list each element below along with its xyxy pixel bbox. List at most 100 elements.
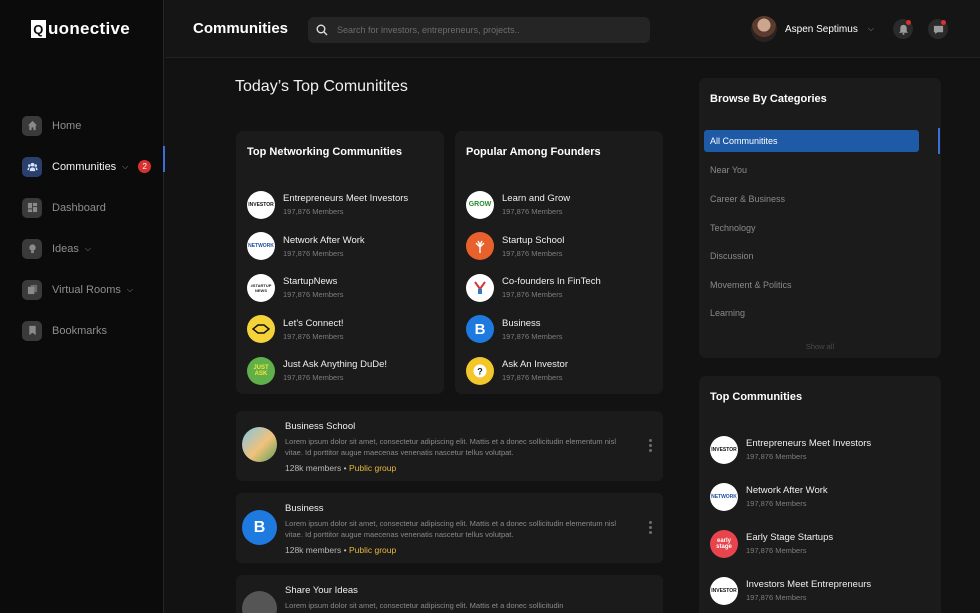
meta-separator: •: [343, 463, 347, 473]
community-members: 197,876 Members: [502, 373, 563, 383]
group-card[interactable]: Business School Lorem ipsum dolor sit am…: [236, 411, 663, 481]
sidebar-item-label: Dashboard: [52, 201, 106, 214]
search-icon: [316, 24, 328, 36]
group-title: Business School: [285, 421, 356, 432]
sidebar-item-home[interactable]: Home: [0, 105, 164, 146]
list-item[interactable]: Let’s Connect! 197,876 Members: [247, 309, 408, 351]
category-career-business[interactable]: Career & Business: [704, 188, 919, 210]
user-menu[interactable]: Aspen Septimus ⌵: [751, 16, 874, 42]
chevron-down-icon[interactable]: ⌵: [85, 244, 91, 254]
bookmark-icon: [22, 320, 42, 341]
sidebar-item-label: Virtual Rooms: [52, 283, 121, 296]
community-members: 197,876 Members: [502, 290, 563, 300]
category-movement-politics[interactable]: Movement & Politics: [704, 274, 919, 296]
list-item[interactable]: #STARTUP NEWS StartupNews 197,876 Members: [247, 267, 408, 309]
messages-button[interactable]: [928, 19, 948, 39]
sidebar-item-dashboard[interactable]: Dashboard: [0, 187, 164, 228]
community-members: 197,876 Members: [283, 290, 344, 300]
group-members: 128k members: [285, 463, 342, 473]
app-logo[interactable]: Q uonective: [31, 19, 130, 39]
community-list: GROW Learn and Grow 197,876 Members Start…: [466, 184, 601, 392]
avatar[interactable]: [751, 16, 777, 42]
group-description: Lorem ipsum dolor sit amet, consectetur …: [285, 437, 616, 457]
list-item[interactable]: Startup School 197,876 Members: [466, 226, 601, 268]
dashboard-icon: [22, 197, 42, 218]
list-item[interactable]: NETWORK Network After Work 197,876 Member…: [247, 226, 408, 268]
category-all[interactable]: All Communitites: [704, 130, 919, 152]
community-members: 197,876 Members: [283, 248, 344, 258]
community-members: 197,876 Members: [502, 331, 563, 341]
list-item[interactable]: ? Ask An Investor 197,876 Members: [466, 350, 601, 392]
sidebar-item-label: Communities: [52, 160, 117, 173]
group-card[interactable]: B Business Lorem ipsum dolor sit amet, c…: [236, 493, 663, 563]
group-type: Public group: [348, 545, 397, 555]
startup-news-logo: #STARTUP NEWS: [247, 273, 275, 302]
svg-text:?: ?: [477, 366, 483, 376]
chevron-down-icon[interactable]: ⌵: [122, 162, 128, 172]
category-learning[interactable]: Learning: [704, 302, 919, 324]
sidebar-item-bookmarks[interactable]: Bookmarks: [0, 310, 164, 351]
top-communities-card: Top Communities INVESTOR Entrepreneurs M…: [699, 376, 941, 613]
question-logo: ?: [466, 356, 494, 385]
card-title: Browse By Categories: [710, 93, 827, 105]
sidebar-item-ideas[interactable]: Ideas ⌵: [0, 228, 164, 269]
search-bar[interactable]: [308, 17, 650, 43]
main-title: Today’s Top Comunitites: [235, 78, 408, 95]
list-item[interactable]: early stage Early Stage Startups 197,876 …: [710, 520, 871, 567]
group-type: Public group: [348, 463, 397, 473]
chevron-down-icon[interactable]: ⌵: [127, 285, 133, 295]
category-technology[interactable]: Technology: [704, 217, 919, 239]
community-name: Startup School: [502, 234, 565, 246]
search-input[interactable]: [337, 25, 637, 35]
list-item[interactable]: INVESTOR Investors Meet Entrepreneurs 197…: [710, 567, 871, 613]
community-members: 197,876 Members: [746, 546, 807, 555]
logo-text: uonective: [48, 19, 131, 38]
list-item[interactable]: INVESTOR Entrepreneurs Meet Investors 197…: [247, 184, 408, 226]
sidebar-item-virtual-rooms[interactable]: Virtual Rooms ⌵: [0, 269, 164, 310]
fintech-logo: [466, 273, 494, 302]
card-title: Popular Among Founders: [466, 146, 601, 158]
tree-logo: [466, 232, 494, 261]
list-item[interactable]: GROW Learn and Grow 197,876 Members: [466, 184, 601, 226]
community-name: Investors Meet Entrepreneurs: [746, 579, 872, 590]
show-all-link[interactable]: Show all: [699, 342, 941, 351]
notifications-button[interactable]: [893, 19, 913, 39]
message-dot: [941, 20, 946, 25]
community-members: 197,876 Members: [746, 452, 807, 461]
business-logo: B: [466, 315, 494, 344]
sidebar-nav: Home Communities ⌵ 2 Dashboard Ideas ⌵ V…: [0, 105, 165, 351]
sidebar-item-communities[interactable]: Communities ⌵ 2: [0, 146, 165, 187]
list-item[interactable]: JUST ASK Just Ask Anything DuDe! 197,876 …: [247, 350, 408, 392]
room-icon: [22, 279, 42, 300]
investor-logo: INVESTOR: [710, 435, 738, 464]
notification-dot: [906, 20, 911, 25]
meta-separator: •: [343, 545, 347, 555]
more-options-icon[interactable]: [649, 439, 653, 452]
bell-icon: [898, 24, 908, 35]
community-members: 197,876 Members: [283, 373, 344, 383]
list-item[interactable]: B Business 197,876 Members: [466, 309, 601, 351]
network-logo: NETWORK: [247, 232, 275, 261]
ideas-logo: [242, 591, 277, 613]
bulb-icon: [22, 238, 42, 259]
list-item[interactable]: Co-founders In FinTech 197,876 Members: [466, 267, 601, 309]
community-name: Network After Work: [283, 234, 365, 246]
more-options-icon[interactable]: [649, 521, 653, 534]
group-meta: 128k members • Public group: [285, 463, 396, 473]
community-members: 197,876 Members: [502, 207, 563, 217]
list-item[interactable]: INVESTOR Entrepreneurs Meet Investors 197…: [710, 426, 871, 473]
category-discussion[interactable]: Discussion: [704, 245, 919, 267]
scrollbar-thumb[interactable]: [938, 128, 940, 154]
group-description: Lorem ipsum dolor sit amet, consectetur …: [285, 601, 564, 610]
list-item[interactable]: NETWORK Network After Work 197,876 Member…: [710, 473, 871, 520]
connect-logo: [247, 315, 275, 344]
community-members: 197,876 Members: [746, 593, 807, 602]
community-name: Co-founders In FinTech: [502, 276, 601, 288]
chevron-down-icon[interactable]: ⌵: [868, 24, 874, 34]
group-card[interactable]: Share Your Ideas Lorem ipsum dolor sit a…: [236, 575, 663, 613]
networking-communities-card: Top Networking Communities INVESTOR Entr…: [236, 131, 444, 394]
investor-logo: INVESTOR: [710, 576, 738, 605]
logo-letter: Q: [31, 20, 46, 38]
category-near-you[interactable]: Near You: [704, 159, 919, 181]
community-name: StartupNews: [283, 276, 338, 288]
